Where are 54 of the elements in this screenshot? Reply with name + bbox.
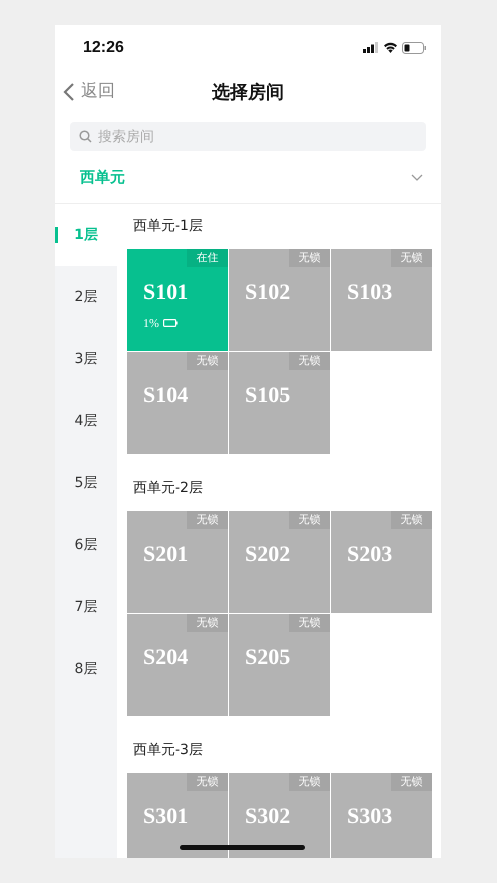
room-tile[interactable]: 无锁 S102 [229, 249, 330, 351]
page-title: 选择房间 [212, 82, 284, 102]
room-tile[interactable]: 无锁 S201 [127, 511, 228, 613]
status-tag: 无锁 [289, 511, 330, 529]
status-tag: 无锁 [289, 614, 330, 632]
status-tag: 无锁 [391, 773, 432, 791]
section-title: 西单元-1层 [133, 218, 203, 234]
room-number: S302 [245, 805, 290, 827]
room-number: S202 [245, 543, 290, 565]
room-tile[interactable]: 无锁 S204 [127, 614, 228, 716]
room-tile[interactable]: 无锁 S104 [127, 352, 228, 454]
status-tag: 无锁 [289, 249, 330, 267]
room-number: S104 [143, 384, 188, 406]
signal-icon [363, 42, 379, 53]
status-tag: 无锁 [391, 511, 432, 529]
room-number: S205 [245, 646, 290, 668]
room-tile[interactable]: 无锁 S205 [229, 614, 330, 716]
room-tile[interactable]: 无锁 S203 [331, 511, 432, 613]
room-number: S103 [347, 281, 392, 303]
floor-tab[interactable]: 1层 [55, 204, 117, 266]
room-tile[interactable]: 在住 S101 1% [127, 249, 228, 351]
room-tile[interactable]: 无锁 S302 [229, 773, 330, 858]
status-tag: 无锁 [289, 352, 330, 370]
back-button[interactable]: 返回 [55, 79, 115, 105]
status-tag: 无锁 [289, 773, 330, 791]
search-field[interactable]: 搜索房间 [70, 122, 426, 151]
room-tile[interactable]: 无锁 S105 [229, 352, 330, 454]
status-tag: 无锁 [391, 249, 432, 267]
chevron-left-icon [63, 82, 75, 102]
status-tag: 无锁 [187, 511, 228, 529]
room-tile[interactable]: 无锁 S202 [229, 511, 330, 613]
room-number: S204 [143, 646, 188, 668]
room-number: S301 [143, 805, 188, 827]
battery-icon [163, 319, 178, 327]
status-tag: 无锁 [187, 773, 228, 791]
room-tile[interactable]: 无锁 S303 [331, 773, 432, 858]
battery-icon [402, 42, 427, 54]
room-number: S201 [143, 543, 188, 565]
room-number: S101 [143, 281, 188, 303]
room-number: S303 [347, 805, 392, 827]
status-tag: 无锁 [187, 352, 228, 370]
battery-level: 1% [143, 315, 159, 332]
wifi-icon [383, 42, 398, 53]
room-tile[interactable]: 无锁 S301 [127, 773, 228, 858]
room-number: S105 [245, 384, 290, 406]
room-number: S102 [245, 281, 290, 303]
section-title: 西单元-3层 [133, 742, 203, 758]
chevron-down-icon [411, 174, 423, 180]
section-title: 西单元-2层 [133, 480, 203, 496]
status-tag: 无锁 [187, 614, 228, 632]
status-tag: 在住 [187, 249, 228, 267]
status-time: 12:26 [83, 38, 124, 58]
room-number: S203 [347, 543, 392, 565]
room-tile[interactable]: 无锁 S103 [331, 249, 432, 351]
